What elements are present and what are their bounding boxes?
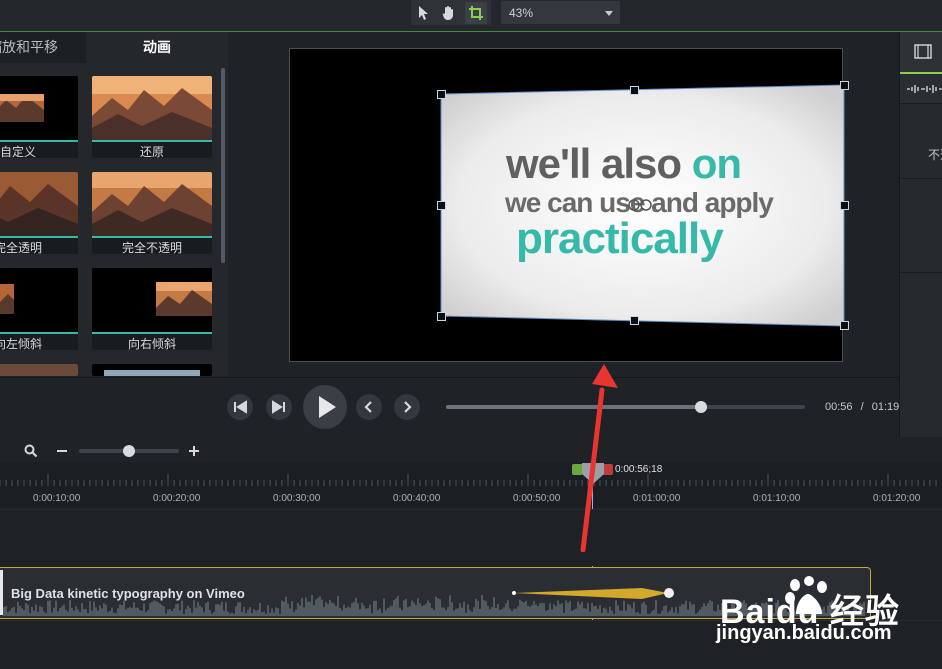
resize-handle[interactable] bbox=[630, 316, 639, 325]
preset-label: 还原 bbox=[139, 145, 164, 158]
preset-accent-bar bbox=[0, 332, 78, 334]
preset-tile-restore[interactable]: 还原 bbox=[92, 76, 212, 158]
canvas-tool-group bbox=[411, 0, 491, 25]
ruler-tick-label: 0:01:10;00 bbox=[753, 493, 801, 504]
current-time: 00:56 bbox=[825, 401, 853, 413]
time-readout: 00:56 / 01:19 bbox=[825, 401, 899, 413]
step-forward-icon bbox=[272, 400, 285, 414]
previous-marker-button[interactable] bbox=[356, 394, 382, 420]
preset-thumbnail bbox=[0, 76, 78, 140]
resize-handle[interactable] bbox=[630, 86, 639, 95]
pan-hand-icon[interactable] bbox=[438, 2, 460, 24]
resize-handle[interactable] bbox=[437, 201, 446, 210]
zoom-in-icon[interactable] bbox=[189, 446, 199, 456]
panel-divider bbox=[900, 178, 942, 179]
tab-animations[interactable]: 动画 bbox=[86, 32, 228, 63]
film-icon bbox=[914, 44, 932, 59]
select-pointer-icon[interactable] bbox=[413, 2, 435, 24]
preview-line-1-highlight: on bbox=[691, 140, 742, 187]
ruler-ticks bbox=[0, 474, 937, 486]
preset-thumbnail bbox=[92, 76, 212, 140]
annotation-arrow bbox=[580, 364, 618, 552]
resize-handle[interactable] bbox=[840, 81, 849, 90]
ruler-tick-label: 0:00:10;00 bbox=[33, 493, 81, 504]
preset-label: 完全不透明 bbox=[121, 241, 182, 254]
rotation-center-icon[interactable] bbox=[627, 198, 655, 212]
preset-tile-fully-transparent[interactable]: 完全透明 bbox=[0, 172, 78, 254]
timeline-track-empty[interactable] bbox=[0, 509, 942, 566]
preview-line-1: we'll also on bbox=[506, 140, 742, 188]
play-icon bbox=[319, 396, 336, 418]
ruler-tick-label: 0:00:50;00 bbox=[513, 493, 561, 504]
chevron-down-icon bbox=[605, 11, 613, 16]
ruler-tick-label: 0:01:20;00 bbox=[873, 493, 921, 504]
preset-label: 向左倾斜 bbox=[0, 337, 42, 350]
panel-scrollbar[interactable] bbox=[221, 68, 225, 263]
preset-thumbnail bbox=[0, 364, 78, 376]
preset-thumbnail bbox=[92, 268, 212, 332]
audio-waveform-icon bbox=[907, 85, 942, 93]
tab-audio-properties[interactable] bbox=[900, 75, 942, 104]
resize-handle[interactable] bbox=[840, 201, 849, 210]
opacity-label: 不透 bbox=[928, 148, 942, 162]
preset-accent-bar bbox=[0, 236, 78, 238]
step-back-icon bbox=[234, 400, 247, 414]
step-back-button[interactable] bbox=[227, 394, 253, 420]
scrub-handle[interactable] bbox=[695, 401, 707, 413]
clip-name: Big Data kinetic typography on Vimeo bbox=[11, 586, 245, 601]
tab-visual-properties[interactable] bbox=[900, 32, 942, 74]
resize-handle[interactable] bbox=[437, 90, 446, 99]
watermark-url: jingyan.baidu.com bbox=[716, 622, 892, 644]
zoom-level-value: 43% bbox=[509, 6, 534, 20]
preset-tile-tilt-left[interactable]: 向左倾斜 bbox=[0, 268, 78, 350]
zoom-out-icon[interactable] bbox=[57, 450, 67, 452]
ruler-tick-label: 0:00:20;00 bbox=[153, 493, 201, 504]
preset-tile-partial[interactable] bbox=[92, 364, 212, 376]
preset-thumbnail bbox=[0, 268, 78, 332]
preset-tile-fully-opaque[interactable]: 完全不透明 bbox=[92, 172, 212, 254]
play-button[interactable] bbox=[303, 385, 347, 429]
preset-tile-tilt-right[interactable]: 向右倾斜 bbox=[92, 268, 212, 350]
chevron-left-icon bbox=[364, 401, 372, 413]
preset-thumbnail bbox=[92, 364, 212, 376]
preset-thumbnail bbox=[0, 172, 78, 236]
search-icon[interactable] bbox=[24, 444, 38, 458]
preset-tile-partial[interactable] bbox=[0, 364, 78, 376]
time-separator: / bbox=[860, 401, 864, 413]
preset-accent-bar bbox=[92, 236, 212, 238]
preset-accent-bar bbox=[92, 332, 212, 334]
crop-icon[interactable] bbox=[465, 2, 487, 24]
panel-divider bbox=[900, 272, 942, 273]
preset-tile-custom[interactable]: 自定义 bbox=[0, 76, 78, 158]
preview-line-1-text: we'll also bbox=[506, 140, 682, 187]
zoom-level-dropdown[interactable]: 43% bbox=[501, 1, 620, 24]
preset-accent-bar bbox=[0, 140, 78, 142]
animation-arrow[interactable] bbox=[508, 582, 680, 604]
resize-handle[interactable] bbox=[437, 312, 446, 321]
ruler-tick-label: 0:01:00;00 bbox=[633, 493, 681, 504]
resize-handle[interactable] bbox=[840, 321, 849, 330]
total-time: 01:19 bbox=[871, 401, 900, 413]
tab-zoom-and-pan[interactable]: 缩放和平移 bbox=[0, 32, 86, 63]
preset-accent-bar bbox=[92, 140, 212, 142]
preview-line-3: practically bbox=[516, 214, 724, 263]
next-marker-button[interactable] bbox=[394, 394, 420, 420]
timeline-zoom-handle[interactable] bbox=[123, 445, 135, 457]
preset-thumbnail bbox=[92, 172, 212, 236]
step-forward-button[interactable] bbox=[266, 394, 292, 420]
ruler-tick-label: 0:00:40;00 bbox=[393, 493, 441, 504]
preset-label: 完全透明 bbox=[0, 241, 42, 254]
chevron-right-icon bbox=[404, 401, 412, 413]
preset-label: 自定义 bbox=[0, 145, 36, 158]
preset-label: 向右倾斜 bbox=[127, 337, 176, 350]
ruler-tick-label: 0:00:30;00 bbox=[273, 493, 321, 504]
watermark: Baidu 经验 jingyan.baidu.com bbox=[716, 570, 920, 660]
